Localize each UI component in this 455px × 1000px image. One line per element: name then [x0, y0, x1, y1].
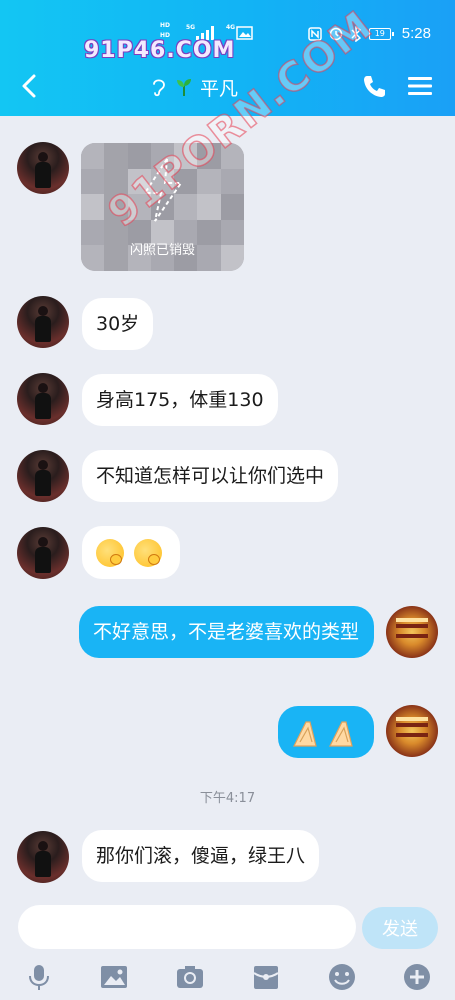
- flash-photo-label: 闪照已销毁: [129, 243, 195, 258]
- contact-avatar[interactable]: [17, 527, 69, 579]
- contact-avatar[interactable]: [17, 831, 69, 883]
- menu-icon[interactable]: [405, 72, 435, 100]
- status-bar: HD HD 5G 4G 91P46.COM 19 5:28: [0, 0, 455, 63]
- nfc-icon: [308, 26, 322, 41]
- message-bubble[interactable]: 30岁: [82, 298, 154, 350]
- flash-icon: [143, 158, 183, 222]
- battery-indicator: 19: [368, 27, 394, 40]
- phone-icon[interactable]: [360, 72, 390, 100]
- hd-badge: HD: [160, 22, 171, 29]
- my-message-bubble[interactable]: 不好意思，不是老婆喜欢的类型: [79, 606, 374, 658]
- flash-photo-card[interactable]: 闪照已销毁: [81, 143, 244, 271]
- back-icon[interactable]: [14, 70, 46, 102]
- emoji-icon[interactable]: [327, 962, 357, 992]
- my-avatar[interactable]: [386, 705, 438, 757]
- chat-title: 平凡: [150, 72, 238, 102]
- chat-header: HD HD 5G 4G 91P46.COM 19 5:28 平凡: [0, 0, 455, 116]
- camera-icon[interactable]: [175, 962, 205, 992]
- smirk-face-icon: [134, 538, 163, 567]
- message-bubble[interactable]: 那你们滚，傻逼，绿王八: [82, 830, 320, 882]
- watermark-top: 91P46.COM: [84, 38, 236, 63]
- microphone-icon[interactable]: [24, 962, 54, 992]
- network-5g: 5G: [186, 24, 196, 31]
- bluetooth-icon: [351, 25, 361, 42]
- contact-avatar[interactable]: [17, 296, 69, 348]
- clock: 5:28: [401, 25, 431, 42]
- sprout-icon: [177, 79, 191, 96]
- contact-avatar[interactable]: [17, 373, 69, 425]
- ear-icon: [153, 79, 165, 97]
- message-timestamp: 下午4:17: [199, 791, 256, 806]
- contact-avatar[interactable]: [17, 450, 69, 502]
- folded-hands-icon: [293, 721, 353, 747]
- red-packet-icon[interactable]: [251, 962, 281, 992]
- image-icon[interactable]: [99, 962, 129, 992]
- smirk-face-icon: [96, 538, 124, 567]
- network-4g: 4G: [226, 24, 236, 31]
- message-bubble[interactable]: 不知道怎样可以让你们选中: [82, 450, 339, 502]
- contact-name[interactable]: 平凡: [200, 74, 238, 101]
- composer-toolbar: [0, 954, 455, 1000]
- message-input[interactable]: [18, 905, 356, 949]
- emoji-bubble[interactable]: [82, 526, 181, 579]
- my-avatar[interactable]: [386, 606, 438, 658]
- status-right: 19 5:28: [308, 25, 431, 42]
- alarm-icon: [329, 27, 343, 40]
- send-button[interactable]: 发送: [362, 907, 438, 949]
- my-emoji-bubble[interactable]: [278, 706, 374, 758]
- message-bubble[interactable]: 身高175，体重130: [82, 374, 278, 426]
- plus-icon[interactable]: [402, 962, 432, 992]
- image-status-icon: [236, 26, 253, 40]
- contact-avatar[interactable]: [17, 142, 69, 194]
